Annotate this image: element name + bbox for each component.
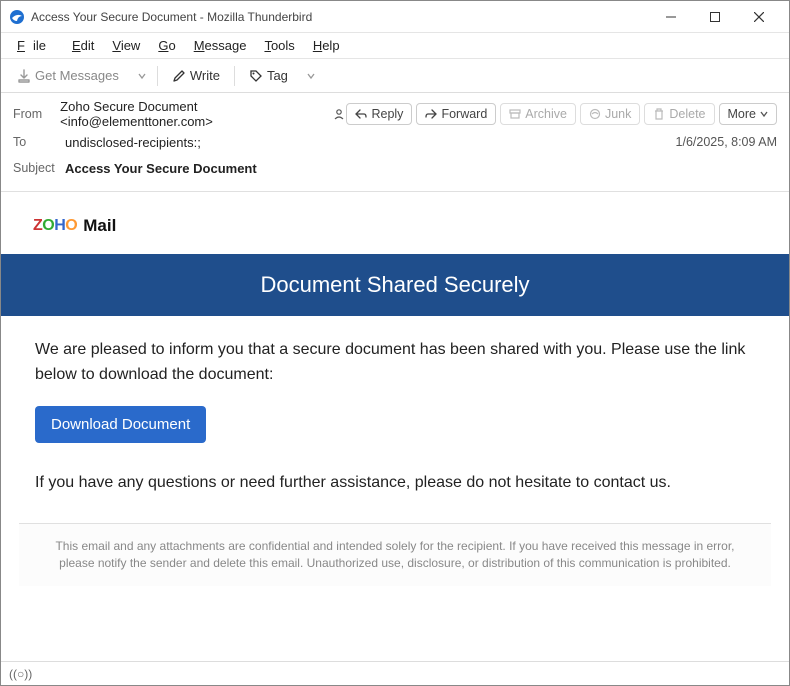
connection-indicator-icon: ((○)) bbox=[9, 667, 32, 681]
menu-message[interactable]: Message bbox=[186, 36, 255, 55]
forward-button[interactable]: Forward bbox=[416, 103, 496, 125]
contact-icon[interactable] bbox=[332, 107, 346, 121]
archive-button[interactable]: Archive bbox=[500, 103, 576, 125]
separator bbox=[157, 66, 158, 86]
get-messages-button[interactable]: Get Messages bbox=[9, 64, 127, 87]
menu-help[interactable]: Help bbox=[305, 36, 348, 55]
to-value: undisclosed-recipients:; bbox=[65, 135, 201, 150]
pencil-icon bbox=[172, 69, 186, 83]
window-title: Access Your Secure Document - Mozilla Th… bbox=[31, 10, 649, 24]
to-label: To bbox=[13, 135, 65, 149]
menu-view[interactable]: View bbox=[104, 36, 148, 55]
menu-file[interactable]: File bbox=[9, 36, 62, 55]
banner-heading: Document Shared Securely bbox=[1, 254, 789, 316]
download-icon bbox=[17, 69, 31, 83]
menu-edit[interactable]: Edit bbox=[64, 36, 102, 55]
reply-button[interactable]: Reply bbox=[346, 103, 412, 125]
tag-button[interactable]: Tag bbox=[241, 64, 296, 87]
app-window: Access Your Secure Document - Mozilla Th… bbox=[0, 0, 790, 686]
statusbar: ((○)) bbox=[1, 661, 789, 685]
maximize-button[interactable] bbox=[693, 2, 737, 32]
write-button[interactable]: Write bbox=[164, 64, 228, 87]
menu-tools[interactable]: Tools bbox=[256, 36, 302, 55]
titlebar: Access Your Secure Document - Mozilla Th… bbox=[1, 1, 789, 33]
paragraph-1: We are pleased to inform you that a secu… bbox=[35, 338, 755, 388]
mail-date: 1/6/2025, 8:09 AM bbox=[676, 135, 777, 149]
thunderbird-icon bbox=[9, 9, 25, 25]
disclaimer-text: This email and any attachments are confi… bbox=[19, 523, 771, 586]
paragraph-2: If you have any questions or need furthe… bbox=[35, 471, 755, 496]
delete-button[interactable]: Delete bbox=[644, 103, 714, 125]
menu-go[interactable]: Go bbox=[150, 36, 183, 55]
zoho-logo-row: ZOHO Mail bbox=[33, 216, 757, 236]
tag-dropdown[interactable] bbox=[302, 72, 320, 80]
minimize-button[interactable] bbox=[649, 2, 693, 32]
mail-body: ZOHO Mail Document Shared Securely We ar… bbox=[1, 192, 789, 661]
subject-value: Access Your Secure Document bbox=[65, 161, 257, 176]
menubar: File Edit View Go Message Tools Help bbox=[1, 33, 789, 59]
more-button[interactable]: More bbox=[719, 103, 777, 125]
close-button[interactable] bbox=[737, 2, 781, 32]
separator bbox=[234, 66, 235, 86]
subject-label: Subject bbox=[13, 161, 65, 175]
from-label: From bbox=[13, 107, 60, 121]
get-messages-dropdown[interactable] bbox=[133, 72, 151, 80]
junk-button[interactable]: Junk bbox=[580, 103, 640, 125]
header-actions: Reply Forward Archive Junk Delete bbox=[346, 103, 777, 125]
toolbar: Get Messages Write Tag bbox=[1, 59, 789, 93]
tag-icon bbox=[249, 69, 263, 83]
zoho-mail-text: Mail bbox=[83, 216, 116, 236]
from-value: Zoho Secure Document <info@elementtoner.… bbox=[60, 99, 326, 129]
zoho-logo: ZOHO bbox=[33, 217, 77, 235]
mail-header: From Zoho Secure Document <info@elementt… bbox=[1, 93, 789, 192]
download-document-button[interactable]: Download Document bbox=[35, 406, 206, 443]
